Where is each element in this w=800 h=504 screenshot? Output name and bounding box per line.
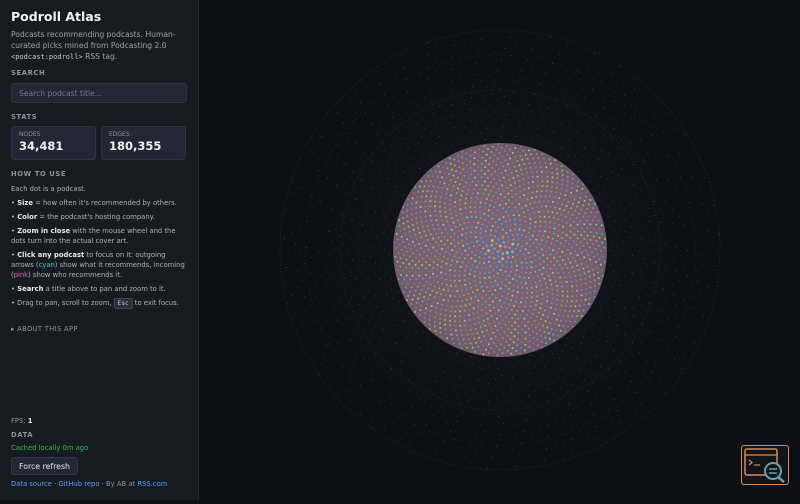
click-text-3: ) show who recommends it. (28, 271, 123, 279)
app-description-suffix: RSS tag. (82, 52, 118, 61)
howto-size: • Size = how often it's recommended by o… (11, 198, 189, 208)
size-bold: Size (17, 199, 33, 207)
data-heading: DATA (11, 431, 34, 439)
fps-value: 1 (27, 417, 33, 425)
app-title: Podroll Atlas (11, 9, 102, 24)
search-bold: Search (17, 285, 44, 293)
pink-label: pink (13, 271, 29, 279)
howto-click: • Click any podcast to focus on it: outg… (11, 250, 189, 280)
howto-intro: Each dot is a podcast. (11, 185, 86, 193)
terminal-magnifier-logo-icon[interactable] (741, 445, 789, 485)
cache-status: Cached locally 0m ago (11, 444, 89, 452)
color-bold: Color (17, 213, 38, 221)
fps-readout: FPS: 1 (11, 417, 33, 425)
howto-heading: HOW TO USE (11, 170, 67, 178)
nodes-label: NODES (19, 131, 41, 138)
sidebar: Podroll Atlas Podcasts recommending podc… (0, 0, 199, 500)
graph-canvas[interactable] (200, 0, 800, 500)
rss-com-link[interactable]: RSS.com (137, 480, 167, 488)
size-text: = how often it's recommended by others. (32, 199, 177, 207)
drag-text-1: • Drag to pan, scroll to zoom, (11, 299, 112, 307)
footer-by: By AB at (106, 480, 136, 488)
nodes-value: 34,481 (19, 139, 64, 153)
click-bold: Click any podcast (17, 251, 85, 259)
nodes-stat-card: NODES 34,481 (11, 126, 96, 160)
edges-label: EDGES (109, 131, 130, 138)
cyan-label: cyan (38, 261, 55, 269)
search-bullet: • (11, 285, 16, 293)
edges-value: 180,355 (109, 139, 162, 153)
app-description: Podcasts recommending podcasts. Human-cu… (11, 29, 189, 63)
app-description-text: Podcasts recommending podcasts. Human-cu… (11, 30, 176, 50)
howto-drag: • Drag to pan, scroll to zoom, Esc to ex… (11, 298, 189, 309)
data-source-link[interactable]: Data source (11, 480, 52, 488)
howto-zoom: • Zoom in close with the mouse wheel and… (11, 226, 189, 246)
footer-separator: · (54, 480, 57, 488)
howto-color: • Color = the podcast's hosting company. (11, 212, 189, 222)
how-to-use: HOW TO USE Each dot is a podcast. • Size… (11, 170, 189, 309)
about-toggle[interactable]: ▸ ABOUT THIS APP (11, 325, 78, 333)
zoom-bullet: • (11, 227, 16, 235)
color-text: = the podcast's hosting company. (37, 213, 155, 221)
size-bullet: • (11, 199, 16, 207)
stats-heading: STATS (11, 113, 38, 121)
color-bullet: • (11, 213, 16, 221)
search-input[interactable] (11, 83, 187, 103)
drag-text-2: to exit focus. (134, 299, 179, 307)
fps-label: FPS: (11, 417, 26, 425)
github-repo-link[interactable]: GitHub repo (58, 480, 99, 488)
esc-key: Esc (113, 298, 133, 309)
footer-separator: · (101, 480, 104, 488)
zoom-bold: Zoom in close (17, 227, 71, 235)
podroll-tag: <podcast:podroll> (11, 53, 83, 61)
search-heading: SEARCH (11, 69, 46, 77)
footer: Data source · GitHub repo · By AB at RSS… (11, 480, 167, 488)
click-bullet: • (11, 251, 16, 259)
force-refresh-button[interactable]: Force refresh (11, 457, 78, 475)
podcast-graph[interactable] (200, 0, 800, 500)
howto-search: • Search a title above to pan and zoom t… (11, 284, 189, 294)
edges-stat-card: EDGES 180,355 (101, 126, 186, 160)
search-text: a title above to pan and zoom to it. (43, 285, 166, 293)
